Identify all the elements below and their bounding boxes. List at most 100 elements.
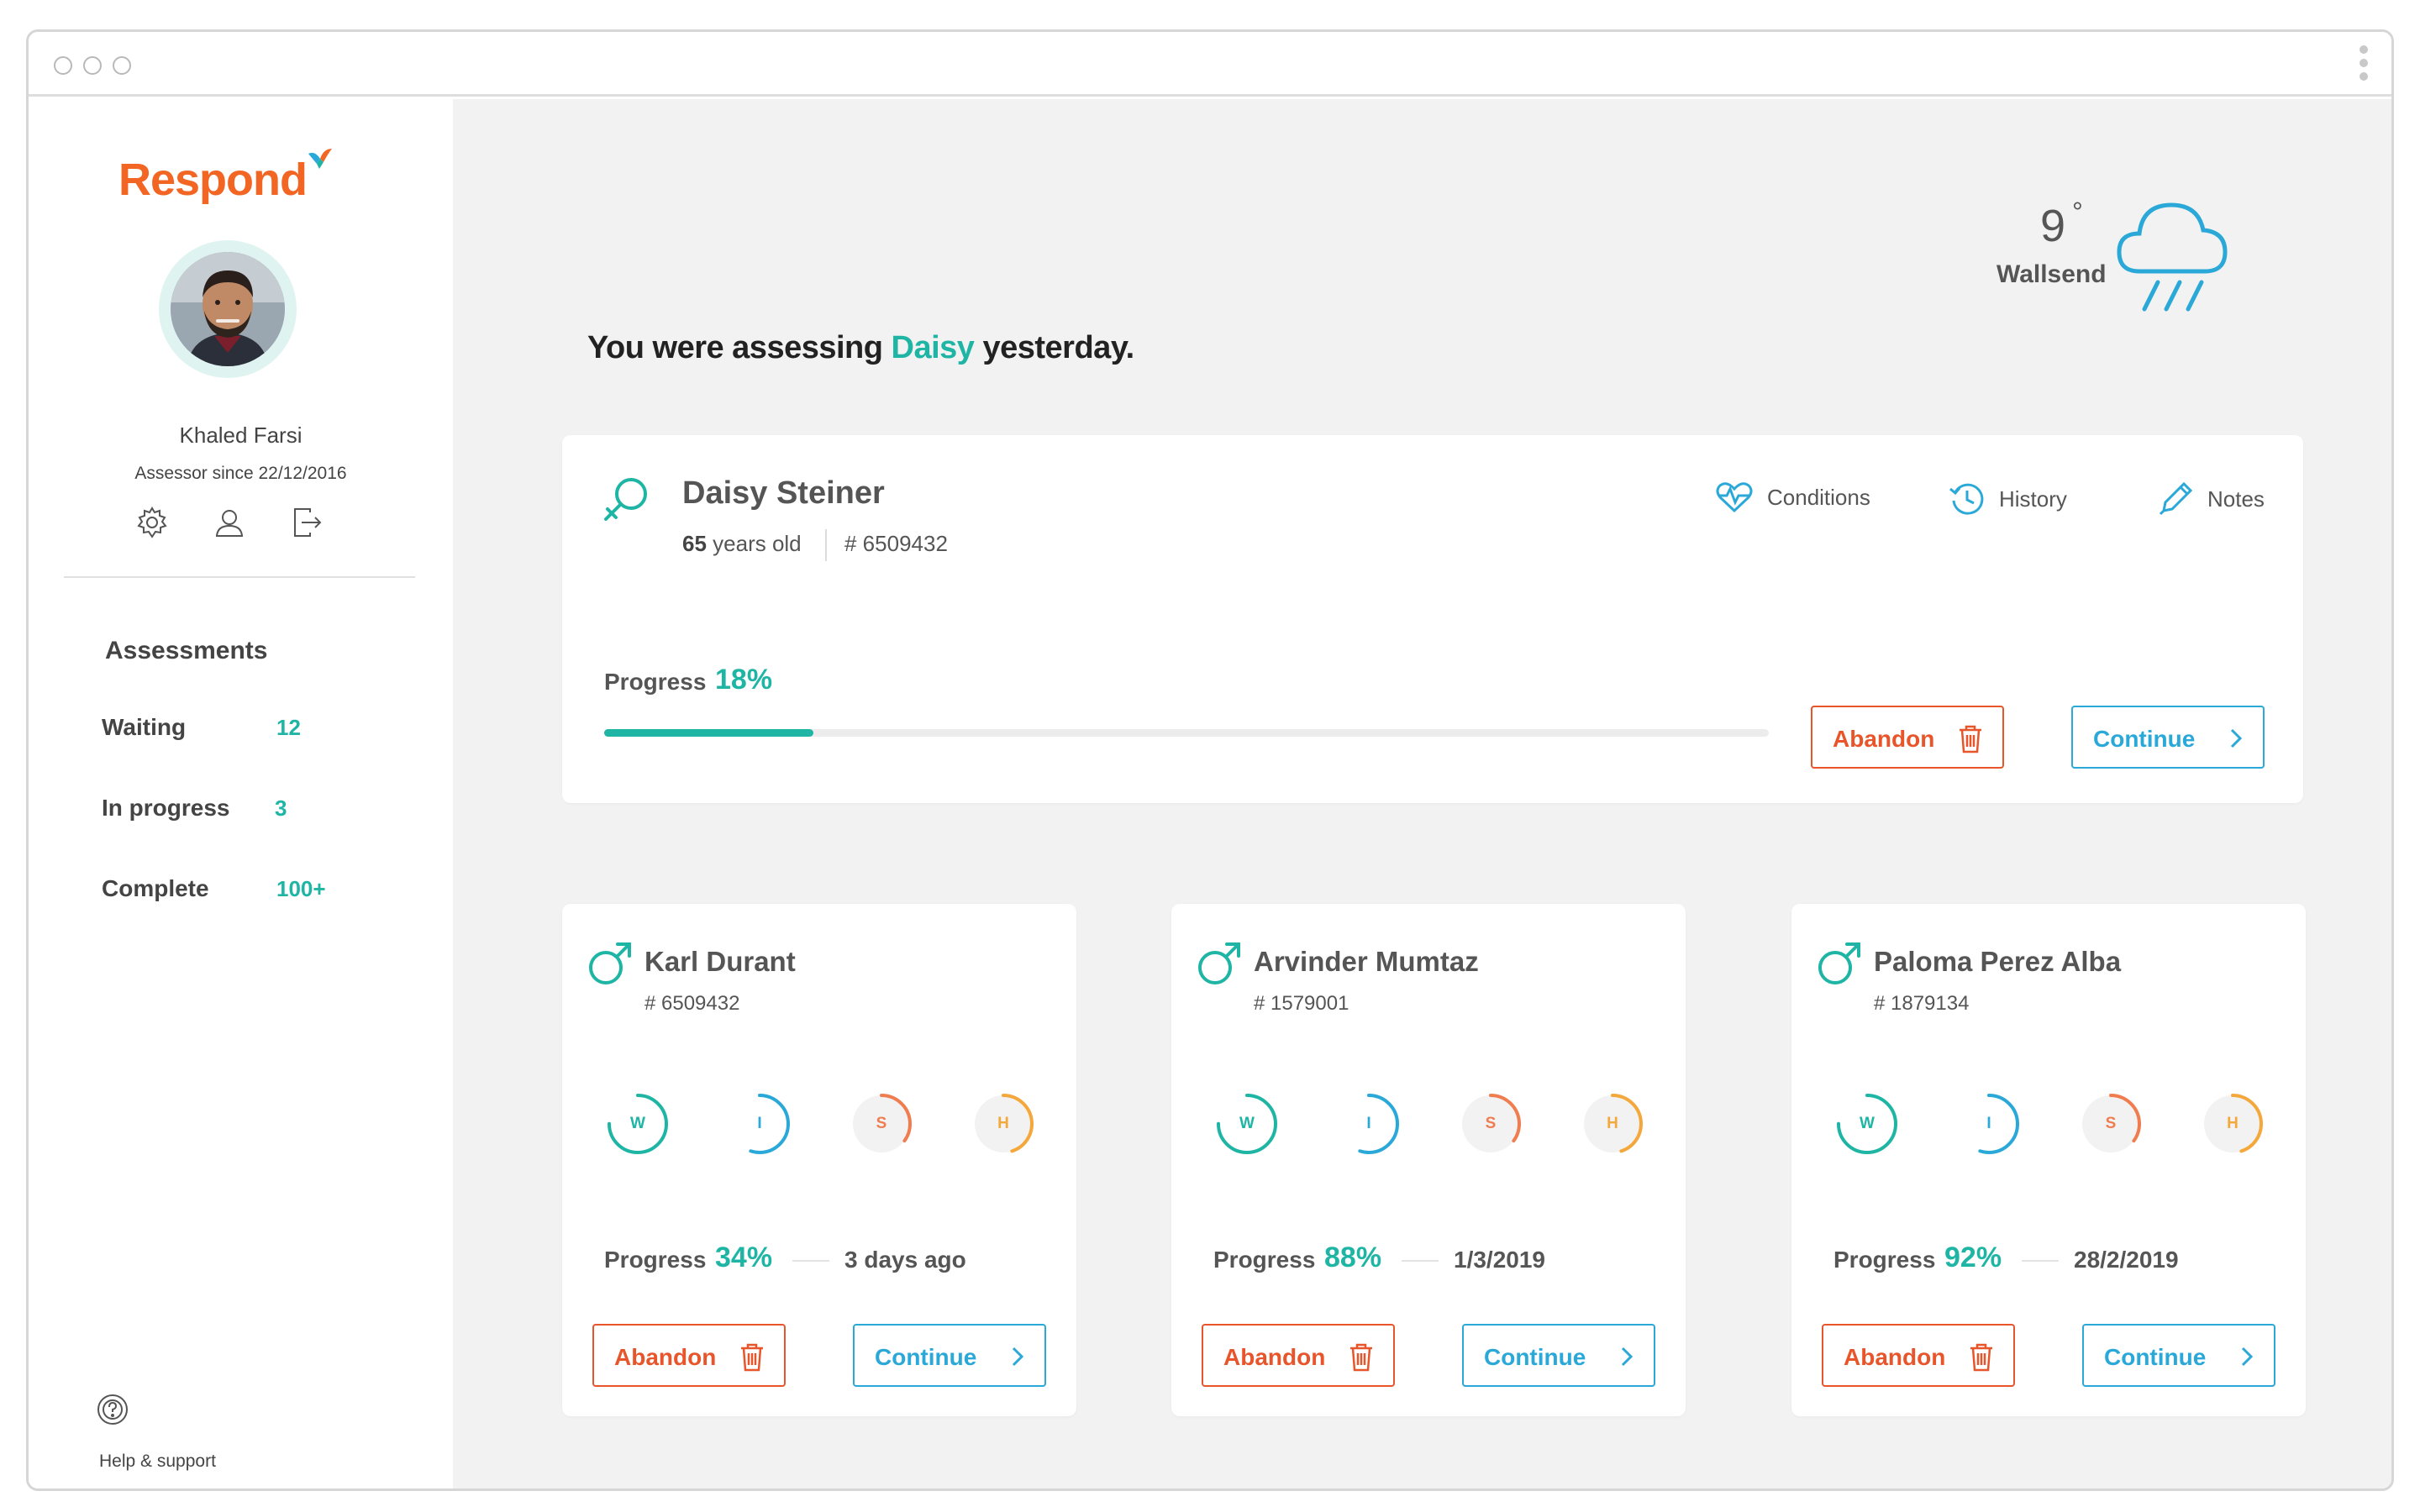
gauge-h[interactable]: H [2199, 1090, 2266, 1158]
more-menu-icon[interactable] [2360, 45, 2370, 84]
gauge-i[interactable]: I [1955, 1090, 2023, 1158]
progress-value: 34% [715, 1242, 773, 1273]
sidebar-divider [64, 576, 415, 578]
abandon-label: Abandon [1833, 726, 1935, 752]
logout-icon[interactable] [287, 502, 327, 543]
window-close-dot[interactable] [54, 56, 72, 75]
gauge-h[interactable]: H [1579, 1090, 1646, 1158]
continue-button[interactable]: Continue [2082, 1324, 2275, 1387]
sidebar-item-complete[interactable]: Complete [102, 875, 209, 902]
assessments-title: Assessments [105, 637, 268, 664]
profile-icon[interactable] [209, 502, 250, 543]
logo-text: Respond [118, 155, 308, 205]
gauge-letter: H [997, 1115, 1009, 1132]
patient-id: # 6509432 [644, 992, 740, 1015]
last-activity-date: 28/2/2019 [2074, 1247, 2179, 1273]
patient-id: # 1579001 [1254, 992, 1349, 1015]
sidebar-actions [132, 502, 342, 544]
trash-icon [1350, 1343, 1372, 1372]
user-since: Assessor since 22/12/2016 [134, 464, 347, 483]
progress-label: Progress [604, 1247, 707, 1273]
patient-id: # 6509432 [844, 531, 948, 556]
weather-widget: 9 ° Wallsend [1963, 192, 2232, 318]
patient-age-suffix: years old [706, 531, 802, 556]
patient-name[interactable]: Paloma Perez Alba [1874, 946, 2121, 978]
history-link[interactable]: History [1949, 480, 2067, 517]
abandon-label: Abandon [1223, 1344, 1326, 1370]
abandon-button[interactable]: Abandon [1202, 1324, 1395, 1387]
help-icon[interactable] [96, 1393, 129, 1431]
progress-value: 88% [1324, 1242, 1382, 1273]
gauge-w[interactable]: W [604, 1090, 671, 1158]
app-logo[interactable]: Respond [118, 149, 332, 206]
meta-divider [825, 529, 827, 561]
user-name: Khaled Farsi [179, 423, 302, 448]
patient-name[interactable]: Arvinder Mumtaz [1254, 946, 1479, 978]
browser-window: Respond Khaled Farsi Assessor since 22/1… [26, 29, 2394, 1491]
gauge-s[interactable]: S [848, 1090, 915, 1158]
progress-separator [792, 1260, 829, 1262]
sidebar-item-waiting[interactable]: Waiting [102, 714, 186, 741]
gauge-letter: I [1366, 1115, 1371, 1132]
window-minimize-dot[interactable] [83, 56, 102, 75]
sidebar: Respond Khaled Farsi Assessor since 22/1… [29, 99, 453, 1488]
progress-bar [604, 729, 1769, 737]
gauge-w[interactable]: W [1833, 1090, 1901, 1158]
logo-bird-icon [308, 149, 332, 169]
trash-icon [1960, 725, 1981, 753]
chevron-right-icon [1012, 1347, 1024, 1367]
weather-temp: 9 [2040, 201, 2066, 251]
help-support-link[interactable]: Help & support [99, 1452, 216, 1472]
continue-label: Continue [1484, 1344, 1586, 1370]
pencil-icon [2159, 481, 2193, 516]
gauge-letter: S [1485, 1115, 1497, 1132]
continue-button[interactable]: Continue [2071, 706, 2265, 769]
greeting-prefix: You were assessing [587, 330, 892, 365]
settings-icon[interactable] [132, 502, 172, 543]
abandon-button[interactable]: Abandon [1811, 706, 2004, 769]
continue-button[interactable]: Continue [1462, 1324, 1655, 1387]
abandon-button[interactable]: Abandon [592, 1324, 786, 1387]
male-gender-icon [1818, 942, 1860, 984]
patient-card: Arvinder Mumtaz # 1579001 W I S H Progre… [1171, 904, 1686, 1416]
patient-name[interactable]: Daisy Steiner [682, 475, 885, 512]
gauge-h[interactable]: H [970, 1090, 1037, 1158]
avatar[interactable] [171, 252, 285, 366]
sidebar-item-in-progress[interactable]: In progress [102, 795, 229, 822]
gauge-letter: W [1239, 1115, 1255, 1132]
progress-label: Progress [604, 669, 707, 695]
rain-cloud-icon [2117, 202, 2228, 312]
female-gender-icon [604, 478, 647, 521]
gauge-s[interactable]: S [2077, 1090, 2144, 1158]
gauge-i[interactable]: I [726, 1090, 793, 1158]
continue-button[interactable]: Continue [853, 1324, 1046, 1387]
gauge-s[interactable]: S [1457, 1090, 1524, 1158]
last-activity-date: 3 days ago [844, 1247, 966, 1273]
sidebar-item-label: In progress [102, 795, 230, 821]
gauge-w[interactable]: W [1213, 1090, 1281, 1158]
history-clock-icon [1949, 483, 1984, 515]
greeting-patient-link[interactable]: Daisy [892, 330, 975, 365]
history-label: History [1999, 486, 2067, 512]
chevron-right-icon [2230, 728, 2243, 748]
gauge-letter: W [630, 1115, 645, 1132]
greeting-suffix: yesterday. [974, 330, 1134, 365]
progress-separator [2022, 1260, 2059, 1262]
notes-label: Notes [2207, 486, 2265, 512]
gauge-i[interactable]: I [1335, 1090, 1402, 1158]
conditions-link[interactable]: Conditions [1715, 480, 1870, 514]
notes-link[interactable]: Notes [2157, 480, 2265, 517]
abandon-button[interactable]: Abandon [1822, 1324, 2015, 1387]
trash-icon [1970, 1343, 1992, 1372]
current-assessment-card: Daisy Steiner 65 years old # 6509432 Con… [562, 435, 2303, 803]
patient-age: 65 years old [682, 531, 802, 557]
trash-icon [741, 1343, 763, 1372]
sidebar-item-label: Complete [102, 875, 209, 901]
last-activity-date: 1/3/2019 [1454, 1247, 1545, 1273]
chevron-right-icon [2241, 1347, 2254, 1367]
window-zoom-dot[interactable] [113, 56, 131, 75]
heart-pulse-icon [1716, 482, 1753, 513]
patient-age-number: 65 [682, 531, 707, 556]
progress-value: 92% [1944, 1242, 2002, 1273]
patient-name[interactable]: Karl Durant [644, 946, 796, 978]
